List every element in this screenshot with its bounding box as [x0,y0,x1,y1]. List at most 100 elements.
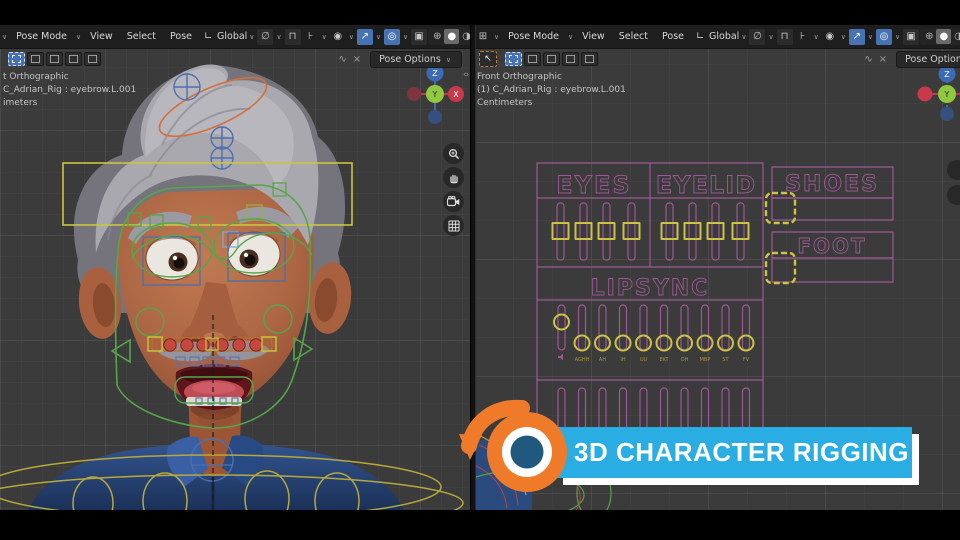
orientation-axis-icon: ∟ [203,31,213,42]
gizmo-x-label[interactable]: X [453,90,459,99]
snap-target-icon[interactable]: ⊦ [303,29,319,45]
snap-caret-icon: ∨ [321,32,327,41]
nav-gizmo-left[interactable]: Z X Y [402,63,470,129]
select-subtract-icon[interactable] [543,52,560,66]
editor-type-icon[interactable]: ⊞ [475,29,491,45]
active-tool-cursor-icon[interactable]: ↖ [479,51,497,67]
menu-view[interactable]: View [83,31,120,42]
tool-misc-icon[interactable]: ∿ [864,54,872,65]
blender-screencast: ∨ Pose Mode ∨ View Select Pose ∟ Global … [0,0,960,540]
select-extend-icon[interactable] [27,52,44,66]
pose-options-caret-icon: ∨ [445,55,451,64]
select-invert-icon[interactable] [65,52,82,66]
gizmo-z-label-right[interactable]: Z [944,70,950,79]
divider-resize-handle[interactable]: ‹› [463,70,469,80]
tool-x-icon[interactable]: × [879,54,887,65]
viewport-info-left: t Orthographic C_Adrian_Rig : eyebrow.L.… [3,71,136,110]
xray-toggle-icon[interactable]: ▣ [903,28,920,45]
mode-caret-icon: ∨ [76,32,82,41]
zoom-icon-cut[interactable] [947,160,960,180]
editor-caret-icon: ∨ [494,32,500,41]
foot-title: FOOT [797,234,866,258]
transform-orientation[interactable]: Global [217,31,247,42]
snap-target-icon[interactable]: ⊦ [795,29,811,45]
overlays-toggle-icon[interactable]: ◎ [875,28,892,45]
pivot-caret-icon: ∨ [840,32,846,41]
snap-link-caret-icon: ∨ [276,32,282,41]
top-letterbox [0,0,960,25]
mode-selector[interactable]: Pose Mode [501,31,566,42]
shading-solid-icon[interactable]: ● [936,29,952,44]
gizmo-y-label-right[interactable]: Y [944,90,950,99]
menu-select[interactable]: Select [120,31,163,42]
gizmo-toggle-icon[interactable]: ↗ [356,28,373,45]
select-subtract-icon[interactable] [46,52,63,66]
info-object: (1) C_Adrian_Rig : eyebrow.L.001 [477,85,626,95]
info-view: Front Orthographic [477,72,562,82]
lipsync-slider-tracks [557,304,751,351]
menu-view[interactable]: View [575,31,612,42]
transform-orientation[interactable]: Global [709,31,739,42]
shading-wireframe-icon[interactable]: ⊕ [922,29,936,44]
gizmo-y-label[interactable]: Y [432,90,438,99]
pivot-icon[interactable]: ◉ [330,29,346,45]
lipsync-slider-handles[interactable] [553,313,755,352]
pose-options-button[interactable]: Pose Options ∨ [370,50,462,68]
hand-icon-cut[interactable] [947,185,960,205]
info-view: t Orthographic [3,72,69,82]
mode-caret-icon: ∨ [568,32,574,41]
info-object: C_Adrian_Rig : eyebrow.L.001 [3,85,137,95]
camera-icon[interactable] [443,191,464,212]
select-mode-icons [505,52,598,66]
menu-select[interactable]: Select [612,31,655,42]
select-set-icon[interactable] [505,52,522,66]
viewport-left: ∨ Pose Mode ∨ View Select Pose ∟ Global … [0,25,470,510]
grid-icon[interactable] [443,215,464,236]
magnet-icon[interactable]: ⊓ [284,28,301,45]
svg-text:FV: FV [743,357,750,363]
shading-material-icon[interactable]: ◑ [459,29,470,44]
svg-text:OH: OH [681,357,689,363]
foot-panel: FOOT [764,231,894,285]
overlays-toggle-icon[interactable]: ◎ [383,28,400,45]
snap-caret-icon: ∨ [813,32,819,41]
character [28,64,404,510]
orientation-caret-icon: ∨ [249,32,255,41]
hand-icon[interactable] [443,167,464,188]
gizmo-caret-icon: ∨ [867,32,873,41]
gizmo-toggle-icon[interactable]: ↗ [848,28,865,45]
shading-wireframe-icon[interactable]: ⊕ [430,29,444,44]
select-set-icon[interactable] [8,52,25,66]
title-banner: 3D CHARACTER RIGGING [556,427,912,478]
tool-x-icon[interactable]: × [353,54,361,65]
shading-solid-icon[interactable]: ● [444,29,460,44]
svg-text:ST: ST [722,357,729,363]
svg-text:AGHH: AGHH [575,357,590,363]
select-extend-icon[interactable] [524,52,541,66]
select-intersect-icon[interactable] [84,52,101,66]
nav-icons-left [443,143,464,239]
orientation-axis-icon: ∟ [695,31,705,42]
gizmo-z-label[interactable]: Z [432,69,438,78]
menu-pose[interactable]: Pose [163,31,199,42]
snap-link-icon[interactable]: ∅ [257,28,274,45]
pivot-icon[interactable]: ◉ [822,29,838,45]
zoom-icon[interactable] [443,143,464,164]
header-right-viewport: ⊞ ∨ Pose Mode ∨ View Select Pose ∟ Globa… [474,25,960,49]
select-invert-icon[interactable] [562,52,579,66]
menu-pose[interactable]: Pose [655,31,691,42]
overlays-caret-icon: ∨ [894,32,901,41]
xray-toggle-icon[interactable]: ▣ [411,28,428,45]
lipsync-labels: AGHH AH IH UU EKT OH MBP ST FV [558,353,750,363]
pose-options-button[interactable]: Pose Options ∨ [896,50,960,68]
snap-link-icon[interactable]: ∅ [749,28,766,45]
cut-editor-caret-icon[interactable]: ∨ [2,33,7,41]
snap-link-caret-icon: ∨ [768,32,774,41]
shading-material-icon[interactable]: ◑ [951,29,960,44]
tool-misc-icon[interactable]: ∿ [338,54,346,65]
mode-selector[interactable]: Pose Mode [9,31,74,42]
svg-text:IH: IH [620,357,625,363]
nav-gizmo-right[interactable]: Z Y [917,65,960,205]
select-intersect-icon[interactable] [581,52,598,66]
magnet-icon[interactable]: ⊓ [776,28,793,45]
